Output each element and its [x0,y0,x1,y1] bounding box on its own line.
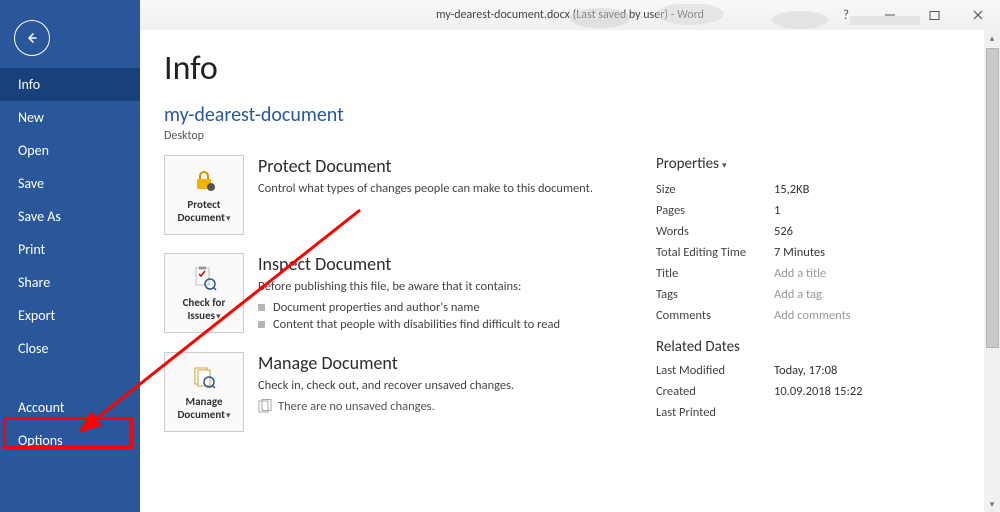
sidebar-item-save[interactable]: Save [0,167,140,200]
manage-document-button[interactable]: Manage Document▾ [164,352,244,432]
sidebar-item-print[interactable]: Print [0,233,140,266]
sidebar-item-saveas[interactable]: Save As [0,200,140,233]
prop-row-editingtime: Total Editing Time7 Minutes [656,242,976,263]
protect-document-button[interactable]: Protect Document▾ [164,155,244,235]
page-title: Info [164,48,976,89]
sidebar-item-info[interactable]: Info [0,68,140,101]
prop-row-pages: Pages1 [656,200,976,221]
manage-document-icon [191,362,217,392]
main-area: my-dearest-document.docx (Last saved by … [140,0,1000,512]
unsaved-none-icon [258,399,272,413]
sidebar-item-new[interactable]: New [0,101,140,134]
prop-row-comments: CommentsAdd comments [656,305,976,326]
sidebar-item-options[interactable]: Options [0,424,140,457]
inspect-item: Document properties and author's name [258,300,560,315]
scroll-up-arrow[interactable]: ▴ [984,30,1000,46]
titlebar: my-dearest-document.docx (Last saved by … [140,0,1000,30]
backstage-sidebar: Info New Open Save Save As Print Share E… [0,0,140,512]
scroll-thumb[interactable] [986,48,999,348]
prop-row-lastprinted: Last Printed [656,402,976,423]
inspect-heading: Inspect Document [258,253,560,275]
inspect-desc: Before publishing this file, be aware th… [258,279,560,296]
maximize-button[interactable] [912,0,956,30]
manage-desc: Check in, check out, and recover unsaved… [258,378,514,395]
sidebar-item-open[interactable]: Open [0,134,140,167]
document-name: my-dearest-document [164,103,976,127]
lock-icon [191,165,217,195]
prop-row-words: Words526 [656,221,976,242]
help-button[interactable]: ? [824,0,868,30]
manage-heading: Manage Document [258,352,514,374]
close-button[interactable] [956,0,1000,30]
prop-row-title: TitleAdd a title [656,263,976,284]
prop-row-tags: TagsAdd a tag [656,284,976,305]
sidebar-item-account[interactable]: Account [0,391,140,424]
back-button[interactable] [14,20,50,56]
properties-header[interactable]: Properties ▾ [656,155,976,173]
sidebar-item-share[interactable]: Share [0,266,140,299]
minimize-button[interactable] [868,0,912,30]
check-issues-button[interactable]: Check for Issues▾ [164,253,244,333]
document-location: Desktop [164,129,976,143]
vertical-scrollbar[interactable]: ▴ ▾ [984,30,1000,512]
manage-nochange-text: There are no unsaved changes. [278,399,435,414]
scroll-down-arrow[interactable]: ▾ [984,496,1000,512]
sidebar-item-export[interactable]: Export [0,299,140,332]
related-dates-header: Related Dates [656,338,976,356]
document-check-icon [191,263,217,293]
prop-row-created: Created10.09.2018 15:22 [656,381,976,402]
protect-desc: Control what types of changes people can… [258,181,593,198]
inspect-item: Content that people with disabilities fi… [258,317,560,332]
prop-row-size: Size15,2KB [656,179,976,200]
protect-heading: Protect Document [258,155,593,177]
sidebar-item-close[interactable]: Close [0,332,140,365]
prop-row-modified: Last ModifiedToday, 17:08 [656,360,976,381]
